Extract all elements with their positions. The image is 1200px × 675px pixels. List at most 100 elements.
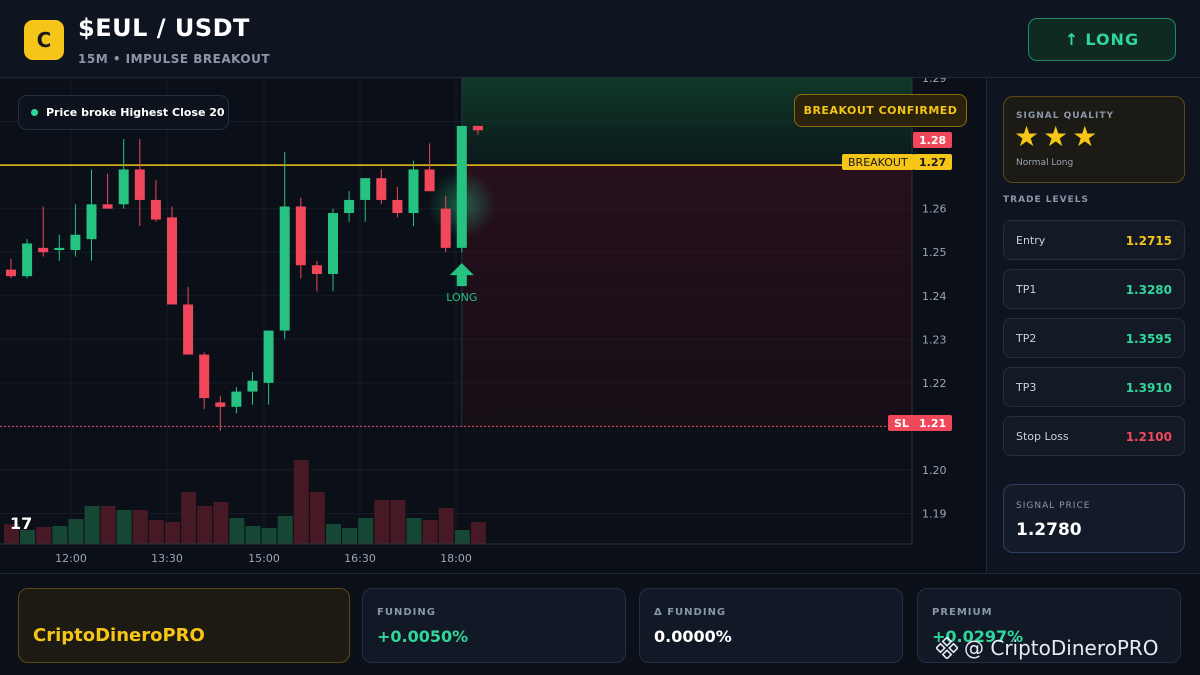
- candle-body: [102, 204, 113, 209]
- watermark-text: @ CriptoDineroPRO: [964, 636, 1159, 660]
- current-price-badge: 1.28: [913, 132, 952, 148]
- sl-label: SL: [888, 415, 915, 431]
- candle-body: [247, 380, 258, 392]
- volume-bar: [358, 518, 374, 544]
- volume-bar: [277, 516, 293, 544]
- volume-bar: [406, 518, 422, 544]
- level-tp2: TP2 1.3595: [1003, 318, 1185, 358]
- funding-card: FUNDING +0.0050%: [362, 588, 626, 663]
- brand-name: CriptoDineroPRO: [33, 625, 205, 646]
- price-tick-label: 1.26: [922, 203, 947, 216]
- arrow-up-icon: ↑: [1064, 30, 1080, 49]
- candle-body: [118, 169, 129, 205]
- status-dot-icon: [31, 109, 38, 116]
- time-tick-label: 18:00: [440, 552, 472, 565]
- candle-body: [231, 391, 242, 407]
- candle-body: [360, 178, 371, 200]
- candle-body: [440, 208, 451, 248]
- breakout-note-text: Price broke Highest Close 20: [46, 106, 225, 119]
- star-icon: ★: [1014, 120, 1040, 153]
- level-name: TP2: [1016, 332, 1037, 345]
- breakout-note: Price broke Highest Close 20: [18, 95, 229, 130]
- pair-subtitle: 15M • IMPULSE BREAKOUT: [78, 52, 271, 66]
- volume-bar: [261, 528, 277, 544]
- price-tick-label: 1.20: [922, 464, 947, 477]
- header: C $EUL / USDT 15M • IMPULSE BREAKOUT ↑ L…: [0, 0, 1200, 78]
- breakout-level-label: BREAKOUT: [842, 154, 914, 170]
- right-panel: SIGNAL QUALITY ★ ★ ★ Normal Long TRADE L…: [986, 78, 1200, 573]
- candle-body: [215, 402, 226, 407]
- pair-title: $EUL / USDT: [78, 14, 250, 42]
- candle-body: [150, 199, 161, 220]
- delta-funding-value: 0.0000%: [654, 627, 732, 646]
- long-signal-label: LONG: [1085, 30, 1140, 49]
- candle-body: [167, 217, 177, 305]
- volume-bar: [165, 522, 180, 544]
- price-tick-label: 1.23: [922, 333, 947, 346]
- star-icon: ★: [1072, 120, 1098, 153]
- volume-bar: [213, 502, 229, 544]
- candle-body: [392, 199, 403, 214]
- volume-bar: [68, 519, 84, 544]
- candle-body: [456, 125, 467, 248]
- volume-bar: [181, 492, 197, 544]
- risk-zone: [461, 165, 912, 427]
- volume-bar: [84, 506, 100, 544]
- coin-logo-icon: C: [24, 20, 64, 60]
- signal-price-card: SIGNAL PRICE 1.2780: [1003, 484, 1185, 553]
- volume-bar: [293, 460, 309, 544]
- level-name: TP1: [1016, 283, 1037, 296]
- level-value: 1.3910: [1125, 381, 1172, 395]
- level-value: 1.3595: [1125, 332, 1172, 346]
- breakout-confirmed-badge: BREAKOUT CONFIRMED: [794, 94, 967, 127]
- candle-body: [22, 243, 33, 277]
- volume-bar: [52, 526, 68, 544]
- candle-body: [134, 169, 145, 200]
- volume-bar: [132, 510, 148, 544]
- volume-bar: [309, 492, 325, 544]
- chart-area[interactable]: LONG 1.29 1.26 1.25 1.24 1.23 1.22 1.20 1.19 12:0…: [0, 78, 985, 573]
- candle-body: [295, 206, 306, 266]
- candle-body: [344, 199, 355, 214]
- premium-label: PREMIUM: [932, 607, 993, 618]
- candlestick-chart[interactable]: LONG 1.29 1.26 1.25 1.24 1.23 1.22 1.20 1.19 12:0…: [0, 78, 985, 573]
- volume-bar: [390, 500, 406, 544]
- time-tick-label: 15:00: [248, 552, 280, 565]
- volume-bar: [422, 520, 438, 544]
- candle-body: [38, 247, 49, 253]
- volume-bar: [342, 528, 358, 544]
- volume-bar: [197, 506, 213, 544]
- time-tick-label: 12:00: [55, 552, 87, 565]
- level-name: Stop Loss: [1016, 430, 1069, 443]
- footer: CriptoDineroPRO FUNDING +0.0050% Δ FUNDI…: [0, 573, 1200, 675]
- signal-price-value: 1.2780: [1016, 520, 1082, 540]
- price-tick-label: 1.19: [922, 508, 947, 521]
- candle-body: [199, 354, 210, 399]
- delta-funding-card: Δ FUNDING 0.0000%: [639, 588, 903, 663]
- delta-funding-label: Δ FUNDING: [654, 607, 727, 618]
- volume-bar: [36, 527, 52, 544]
- candle-body: [70, 234, 81, 251]
- price-tick-label: 1.29: [922, 78, 947, 85]
- coin-logo-letter: C: [36, 28, 52, 52]
- level-entry: Entry 1.2715: [1003, 220, 1185, 260]
- volume-bar: [454, 530, 470, 544]
- candle-body: [54, 247, 65, 251]
- signal-quality-card: SIGNAL QUALITY ★ ★ ★ Normal Long: [1003, 96, 1185, 183]
- signal-quality-text: Normal Long: [1016, 158, 1074, 168]
- trade-levels-label: TRADE LEVELS: [1003, 195, 1089, 205]
- level-tp1: TP1 1.3280: [1003, 269, 1185, 309]
- long-marker-label: LONG: [446, 291, 477, 304]
- level-name: TP3: [1016, 381, 1037, 394]
- volume-bar: [245, 526, 261, 544]
- candle-body: [86, 204, 97, 240]
- volume-bar: [100, 506, 116, 544]
- signal-price-label: SIGNAL PRICE: [1016, 501, 1091, 511]
- volume-bar: [374, 500, 390, 544]
- price-tick-label: 1.22: [922, 377, 947, 390]
- quality-stars: ★ ★ ★: [1014, 123, 1097, 151]
- volume-bar: [438, 508, 454, 544]
- volume-bar: [470, 522, 486, 544]
- volume-bar: [148, 520, 164, 544]
- long-signal-button[interactable]: ↑ LONG: [1028, 18, 1176, 61]
